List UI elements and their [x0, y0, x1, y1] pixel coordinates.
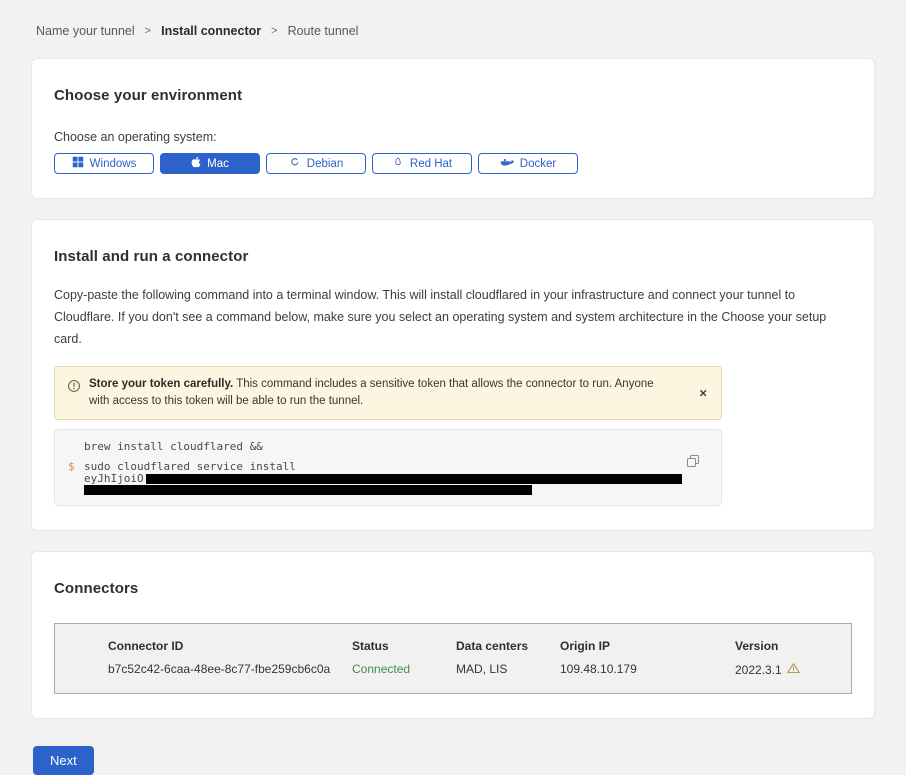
debian-icon	[289, 156, 301, 171]
breadcrumb-separator: >	[145, 25, 151, 37]
token-warning-text: Store your token carefully. This command…	[89, 376, 711, 411]
status-badge: Connected	[352, 662, 456, 677]
breadcrumb-install-connector[interactable]: Install connector	[161, 24, 261, 38]
breadcrumb: Name your tunnel > Install connector > R…	[0, 0, 906, 38]
copy-icon[interactable]	[686, 454, 700, 471]
os-button-redhat[interactable]: Red Hat	[372, 153, 472, 174]
apple-icon	[191, 156, 201, 171]
os-button-label: Docker	[520, 158, 556, 170]
os-button-group: Windows Mac Debian Red Hat Docker	[54, 153, 852, 174]
docker-icon	[500, 157, 514, 171]
os-button-label: Red Hat	[410, 158, 452, 170]
breadcrumb-name-your-tunnel[interactable]: Name your tunnel	[36, 24, 135, 38]
col-header-version: Version	[735, 639, 851, 662]
os-button-label: Mac	[207, 158, 229, 170]
col-header-status: Status	[352, 639, 456, 662]
redacted-token-bar	[84, 485, 532, 495]
col-header-origin-ip: Origin IP	[560, 639, 735, 662]
connectors-card-title: Connectors	[54, 580, 852, 597]
os-button-label: Debian	[307, 158, 343, 170]
os-button-label: Windows	[90, 158, 137, 170]
cell-data-centers: MAD, LIS	[456, 662, 560, 677]
install-description: Copy-paste the following command into a …	[54, 285, 852, 351]
connectors-card: Connectors Connector ID Status Data cent…	[31, 551, 875, 719]
col-header-data-centers: Data centers	[456, 639, 560, 662]
os-button-debian[interactable]: Debian	[266, 153, 366, 174]
connectors-table-header-row: Connector ID Status Data centers Origin …	[108, 639, 851, 662]
cell-connector-id: b7c52c42-6caa-48ee-8c77-fbe259cb6c0a	[108, 662, 352, 677]
environment-card-title: Choose your environment	[54, 87, 852, 104]
warning-triangle-icon	[787, 662, 800, 677]
os-button-mac[interactable]: Mac	[160, 153, 260, 174]
close-icon[interactable]: ×	[695, 384, 711, 401]
cell-version: 2022.3.1	[735, 662, 851, 677]
alert-circle-icon	[67, 379, 81, 398]
breadcrumb-route-tunnel[interactable]: Route tunnel	[288, 24, 359, 38]
token-warning-title: Store your token carefully.	[89, 378, 233, 390]
col-header-connector-id: Connector ID	[108, 639, 352, 662]
install-card: Install and run a connector Copy-paste t…	[31, 219, 875, 531]
token-warning-banner: Store your token carefully. This command…	[54, 366, 722, 421]
code-line-brew: brew install cloudflared &&	[55, 440, 721, 453]
install-card-title: Install and run a connector	[54, 248, 852, 265]
code-line-sudo: $sudo cloudflared service install	[55, 460, 721, 473]
code-line-token: eyJhIjoiO	[55, 473, 721, 484]
os-button-windows[interactable]: Windows	[54, 153, 154, 174]
redhat-icon	[392, 156, 404, 171]
connectors-table: Connector ID Status Data centers Origin …	[54, 623, 852, 694]
next-button[interactable]: Next	[33, 746, 94, 775]
token-prefix-text: eyJhIjoiO	[84, 473, 144, 484]
breadcrumb-separator: >	[271, 25, 277, 37]
code-line-token-2	[55, 484, 721, 495]
os-select-label: Choose an operating system:	[54, 130, 852, 144]
table-row: b7c52c42-6caa-48ee-8c77-fbe259cb6c0a Con…	[108, 662, 851, 677]
windows-icon	[72, 156, 84, 171]
shell-prompt: $	[68, 460, 75, 473]
cell-origin-ip: 109.48.10.179	[560, 662, 735, 677]
environment-card: Choose your environment Choose an operat…	[31, 58, 875, 199]
version-text: 2022.3.1	[735, 663, 782, 677]
redacted-token-bar	[146, 474, 682, 484]
os-button-docker[interactable]: Docker	[478, 153, 578, 174]
install-command-code-block: brew install cloudflared && $sudo cloudf…	[54, 429, 722, 506]
